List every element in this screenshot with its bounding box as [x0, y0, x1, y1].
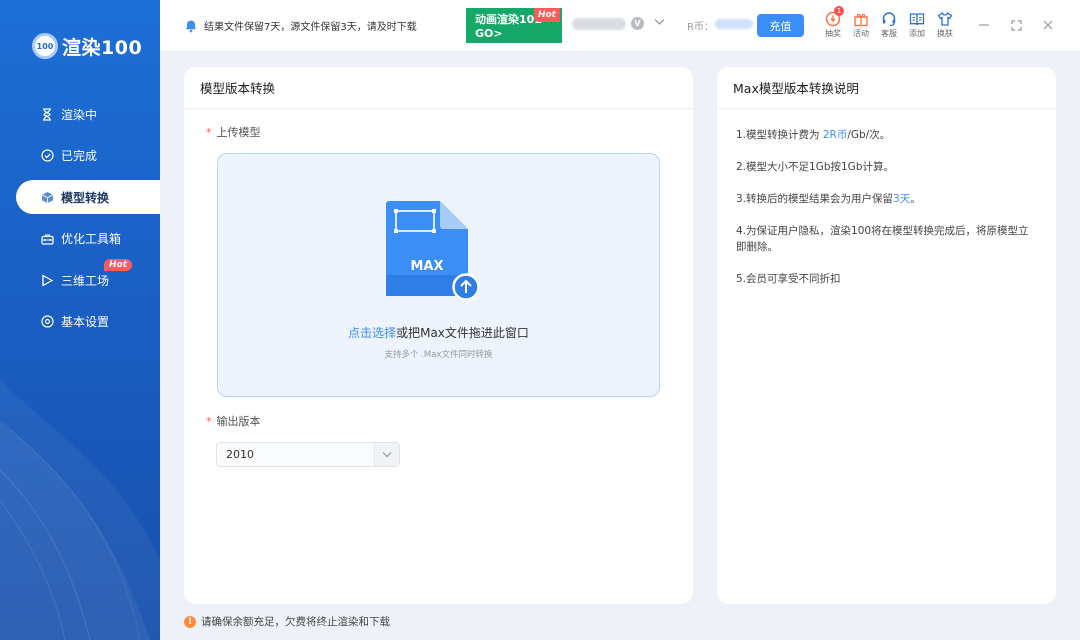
drop-hint: 支持多个 .Max文件同时转换 — [384, 350, 493, 360]
info-text: 3.转换后的模型结果会为用户保留 — [736, 193, 894, 205]
info-text: 。 — [910, 193, 921, 205]
output-version-value: 2010 — [226, 448, 254, 461]
panel-title: 模型版本转换 — [184, 67, 693, 109]
add-tool[interactable]: 添加 — [905, 11, 929, 39]
info-item-5: 5.会员可享受不同折扣 — [736, 273, 841, 285]
cube-icon — [40, 190, 54, 204]
headset-icon — [882, 12, 896, 27]
info-item-2: 2.模型大小不足1Gb按1Gb计算。 — [736, 161, 894, 173]
settings-icon — [40, 315, 54, 329]
sidebar-item-settings[interactable]: 基本设置 — [0, 305, 160, 339]
output-label-text: 输出版本 — [216, 415, 261, 428]
upload-label: * 上传模型 — [206, 124, 261, 140]
info-title: Max模型版本转换说明 — [717, 67, 1056, 109]
shirt-icon — [937, 12, 953, 26]
promo-go: GO> — [475, 27, 503, 40]
info-text: 1.模型转换计费为 — [736, 129, 823, 141]
retention-notice: 结果文件保留7天，源文件保留3天，请及时下载 — [184, 18, 417, 33]
info-item-1: 1.模型转换计费为 2R币/Gb/次。 — [736, 127, 1041, 143]
skin-tool[interactable]: 换肤 — [933, 11, 957, 39]
price-highlight: 2R币 — [822, 129, 848, 141]
book-icon — [909, 13, 925, 26]
play-3d-icon — [40, 273, 54, 287]
chevron-down-icon[interactable] — [654, 16, 665, 29]
recharge-button[interactable]: 充值 — [757, 14, 804, 37]
gift-icon — [854, 13, 868, 27]
sidebar-item-3d-factory[interactable]: 三维工场 Hot — [0, 259, 160, 297]
top-bar: 结果文件保留7天，源文件保留3天，请及时下载 动画渲染101 GO> Hot V… — [160, 0, 1080, 52]
sidebar: 100 渲染100 渲染中 已完成 模型转换 优化工具箱 三维工场 Hot 基本… — [0, 0, 160, 640]
sidebar-item-label: 已完成 — [61, 149, 98, 163]
promo-banner[interactable]: 动画渲染101 GO> Hot — [466, 8, 562, 43]
logo-text: 渲染100 — [62, 36, 143, 59]
hot-badge: Hot — [104, 259, 133, 271]
rcoin-label: R币： — [687, 22, 714, 33]
sidebar-item-completed[interactable]: 已完成 — [0, 139, 160, 173]
warning-icon: ! — [184, 615, 196, 628]
drop-instruction-text: 或把Max文件拖进此窗口 — [396, 326, 529, 340]
balance-warning-text: 请确保余额充足，欠费将终止渲染和下载 — [201, 616, 390, 628]
sidebar-item-label: 基本设置 — [61, 315, 110, 329]
tool-label: 客服 — [881, 29, 897, 38]
logo-mark-icon: 100 — [32, 33, 58, 59]
required-mark: * — [206, 126, 212, 139]
support-tool[interactable]: 客服 — [877, 11, 901, 39]
bell-icon — [185, 20, 197, 32]
sidebar-item-label: 优化工具箱 — [61, 232, 122, 246]
maximize-icon[interactable] — [1009, 18, 1023, 32]
lottery-tool[interactable]: 1 抽奖 — [821, 6, 845, 39]
output-label: * 输出版本 — [206, 413, 261, 429]
days-highlight: 3天 — [893, 193, 911, 205]
check-circle-icon — [40, 149, 54, 163]
activity-tool[interactable]: 活动 — [849, 11, 873, 39]
app-logo: 100 渲染100 — [32, 32, 142, 60]
notice-text: 结果文件保留7天，源文件保留3天，请及时下载 — [204, 22, 417, 33]
sidebar-item-model-convert[interactable]: 模型转换 — [16, 180, 160, 214]
convert-info-panel: Max模型版本转换说明 1.模型转换计费为 2R币/Gb/次。 2.模型大小不足… — [717, 67, 1056, 604]
upload-label-text: 上传模型 — [216, 126, 261, 139]
hourglass-icon — [40, 107, 54, 121]
sidebar-item-label: 三维工场 — [61, 273, 110, 288]
required-mark: * — [206, 415, 212, 428]
rcoin-balance-blurred — [715, 19, 753, 29]
close-icon[interactable] — [1041, 18, 1055, 32]
file-dropzone[interactable]: MAX 点击选择或把Max文件拖进此窗口 支持多个 .Max文件同时转换 — [217, 153, 660, 397]
sidebar-item-label: 模型转换 — [61, 190, 110, 205]
info-item-4: 4.为保证用户隐私，渲染100将在模型转换完成后，将原模型立 即删除。 — [736, 225, 1029, 253]
tool-label: 活动 — [853, 29, 869, 38]
tool-label: 抽奖 — [825, 29, 841, 38]
sidebar-item-rendering[interactable]: 渲染中 — [0, 97, 160, 131]
sidebar-item-toolbox[interactable]: 优化工具箱 — [0, 222, 160, 256]
minimize-icon[interactable] — [977, 18, 991, 32]
max-file-upload-icon: MAX — [386, 201, 480, 301]
sidebar-item-label: 渲染中 — [61, 107, 98, 122]
info-text: /Gb/次。 — [847, 129, 891, 141]
tool-label: 添加 — [909, 29, 925, 38]
drop-instruction: 点击选择或把Max文件拖进此窗口 — [218, 324, 659, 341]
notification-badge: 1 — [834, 6, 844, 16]
hot-badge: Hot — [533, 8, 560, 22]
sidebar-nav: 渲染中 已完成 模型转换 优化工具箱 三维工场 Hot 基本设置 — [0, 97, 160, 346]
balance-warning: ! 请确保余额充足，欠费将终止渲染和下载 — [184, 614, 390, 629]
model-convert-panel: 模型版本转换 * 上传模型 MAX 点击选择或把Max文件拖进此窗口 支持多个 .… — [184, 67, 693, 604]
vip-icon: V — [631, 17, 644, 30]
toolbox-icon — [40, 232, 54, 246]
select-file-link[interactable]: 点击选择 — [348, 326, 396, 340]
info-item-3: 3.转换后的模型结果会为用户保留3天。 — [736, 191, 1041, 207]
tool-label: 换肤 — [937, 29, 953, 38]
output-version-select[interactable]: 2010 — [216, 442, 400, 467]
username-blurred[interactable] — [572, 18, 626, 30]
info-list: 1.模型转换计费为 2R币/Gb/次。 2.模型大小不足1Gb按1Gb计算。 3… — [717, 109, 1056, 287]
file-icon-text: MAX — [410, 259, 443, 274]
chevron-down-icon[interactable] — [374, 443, 399, 466]
